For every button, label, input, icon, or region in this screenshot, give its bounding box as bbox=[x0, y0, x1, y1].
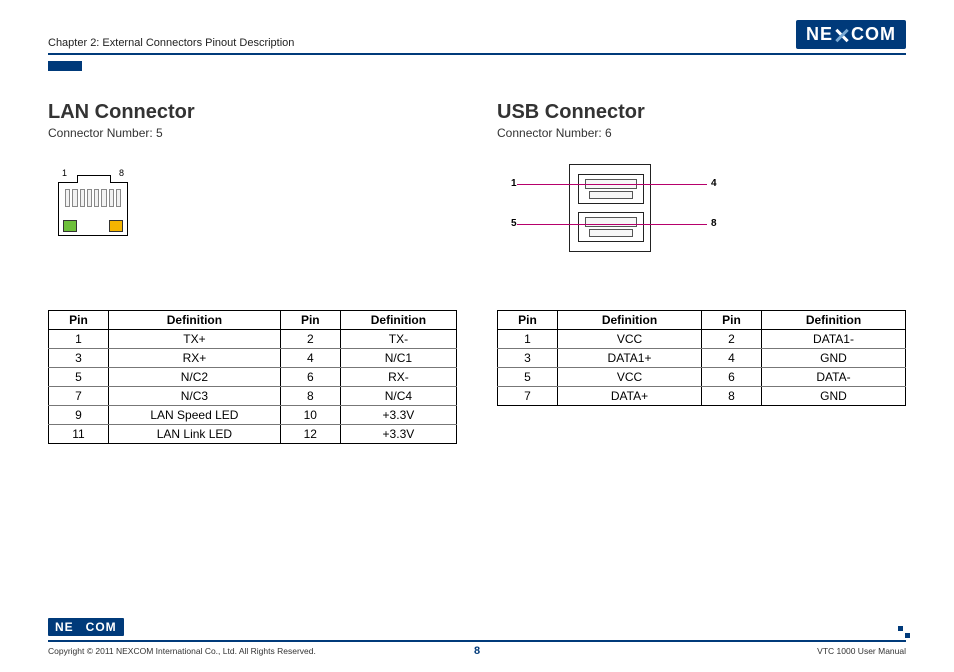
table-cell: 2 bbox=[702, 330, 762, 349]
table-row: 11LAN Link LED12+3.3V bbox=[49, 425, 457, 444]
table-cell: 5 bbox=[498, 368, 558, 387]
lan-speed-led-icon bbox=[63, 220, 77, 232]
table-header: Definition bbox=[340, 311, 456, 330]
lan-pin-label-right: 8 bbox=[119, 168, 124, 178]
lan-title: LAN Connector bbox=[48, 101, 457, 124]
usb-title: USB Connector bbox=[497, 101, 906, 124]
usb-section: USB Connector Connector Number: 6 bbox=[497, 101, 906, 444]
brand-logo: NE COM bbox=[796, 20, 906, 49]
usb-pin-label: 4 bbox=[711, 178, 717, 189]
table-cell: 5 bbox=[49, 368, 109, 387]
table-header: Definition bbox=[109, 311, 281, 330]
brand-text-post: COM bbox=[851, 24, 896, 45]
table-cell: 12 bbox=[280, 425, 340, 444]
usb-diagram: 1 4 5 8 bbox=[497, 160, 906, 300]
table-cell: DATA- bbox=[762, 368, 906, 387]
table-row: 7DATA+8GND bbox=[498, 387, 906, 406]
lan-pin-label-left: 1 bbox=[62, 168, 67, 178]
table-cell: +3.3V bbox=[340, 425, 456, 444]
rj45-connector-icon bbox=[58, 182, 128, 236]
accent-bar bbox=[48, 61, 82, 71]
table-row: 3RX+4N/C1 bbox=[49, 349, 457, 368]
pin-guide-line bbox=[517, 224, 707, 225]
table-cell: DATA+ bbox=[558, 387, 702, 406]
table-cell: RX- bbox=[340, 368, 456, 387]
table-cell: 2 bbox=[280, 330, 340, 349]
table-cell: DATA1+ bbox=[558, 349, 702, 368]
table-row: 7N/C38N/C4 bbox=[49, 387, 457, 406]
table-cell: 3 bbox=[49, 349, 109, 368]
manual-name: VTC 1000 User Manual bbox=[817, 646, 906, 656]
table-cell: 4 bbox=[280, 349, 340, 368]
table-row: 5VCC6DATA- bbox=[498, 368, 906, 387]
table-cell: TX- bbox=[340, 330, 456, 349]
lan-link-led-icon bbox=[109, 220, 123, 232]
brand-x-icon bbox=[834, 27, 850, 43]
table-cell: 9 bbox=[49, 406, 109, 425]
table-cell: 6 bbox=[702, 368, 762, 387]
table-cell: GND bbox=[762, 349, 906, 368]
usb-pin-label: 8 bbox=[711, 218, 717, 229]
table-cell: RX+ bbox=[109, 349, 281, 368]
table-cell: N/C2 bbox=[109, 368, 281, 387]
table-row: 5N/C26RX- bbox=[49, 368, 457, 387]
table-header: Pin bbox=[702, 311, 762, 330]
lan-subtitle: Connector Number: 5 bbox=[48, 126, 457, 140]
table-cell: DATA1- bbox=[762, 330, 906, 349]
table-cell: 1 bbox=[49, 330, 109, 349]
usb-pinout-table: Pin Definition Pin Definition 1VCC2DATA1… bbox=[497, 310, 906, 406]
table-cell: N/C4 bbox=[340, 387, 456, 406]
table-cell: LAN Link LED bbox=[109, 425, 281, 444]
table-cell: 8 bbox=[280, 387, 340, 406]
table-cell: VCC bbox=[558, 330, 702, 349]
table-header: Pin bbox=[280, 311, 340, 330]
table-header: Definition bbox=[762, 311, 906, 330]
table-row: 1TX+2TX- bbox=[49, 330, 457, 349]
table-row: 3DATA1+4GND bbox=[498, 349, 906, 368]
brand-text-pre: NE bbox=[806, 24, 833, 45]
table-cell: 8 bbox=[702, 387, 762, 406]
table-header: Definition bbox=[558, 311, 702, 330]
table-cell: GND bbox=[762, 387, 906, 406]
lan-diagram: 1 8 bbox=[48, 160, 457, 300]
page-header: Chapter 2: External Connectors Pinout De… bbox=[48, 20, 906, 55]
table-cell: VCC bbox=[558, 368, 702, 387]
usb-pin-label: 1 bbox=[511, 178, 517, 189]
table-cell: 3 bbox=[498, 349, 558, 368]
table-cell: +3.3V bbox=[340, 406, 456, 425]
table-row: 9LAN Speed LED10+3.3V bbox=[49, 406, 457, 425]
table-cell: N/C1 bbox=[340, 349, 456, 368]
page-footer: NE COM Copyright © 2011 NEXCOM Internati… bbox=[48, 640, 906, 656]
table-cell: 11 bbox=[49, 425, 109, 444]
usb-connector-icon bbox=[569, 164, 651, 252]
page-number: 8 bbox=[474, 645, 480, 657]
lan-table-body: 1TX+2TX-3RX+4N/C15N/C26RX-7N/C38N/C49LAN… bbox=[49, 330, 457, 444]
table-header: Pin bbox=[49, 311, 109, 330]
usb-subtitle: Connector Number: 6 bbox=[497, 126, 906, 140]
brand-x-icon bbox=[76, 623, 83, 630]
copyright-text: Copyright © 2011 NEXCOM International Co… bbox=[48, 646, 316, 656]
table-cell: LAN Speed LED bbox=[109, 406, 281, 425]
lan-pinout-table: Pin Definition Pin Definition 1TX+2TX-3R… bbox=[48, 310, 457, 444]
table-cell: 7 bbox=[49, 387, 109, 406]
table-cell: TX+ bbox=[109, 330, 281, 349]
table-cell: 6 bbox=[280, 368, 340, 387]
table-cell: 1 bbox=[498, 330, 558, 349]
lan-section: LAN Connector Connector Number: 5 1 8 bbox=[48, 101, 457, 444]
table-row: 1VCC2DATA1- bbox=[498, 330, 906, 349]
table-header: Pin bbox=[498, 311, 558, 330]
table-cell: 4 bbox=[702, 349, 762, 368]
usb-table-body: 1VCC2DATA1-3DATA1+4GND5VCC6DATA-7DATA+8G… bbox=[498, 330, 906, 406]
pin-guide-line bbox=[517, 184, 707, 185]
footer-logo: NE COM bbox=[48, 618, 124, 636]
corner-ornament-icon bbox=[898, 626, 910, 638]
table-cell: N/C3 bbox=[109, 387, 281, 406]
table-cell: 10 bbox=[280, 406, 340, 425]
table-cell: 7 bbox=[498, 387, 558, 406]
usb-pin-label: 5 bbox=[511, 218, 517, 229]
chapter-title: Chapter 2: External Connectors Pinout De… bbox=[48, 37, 294, 49]
